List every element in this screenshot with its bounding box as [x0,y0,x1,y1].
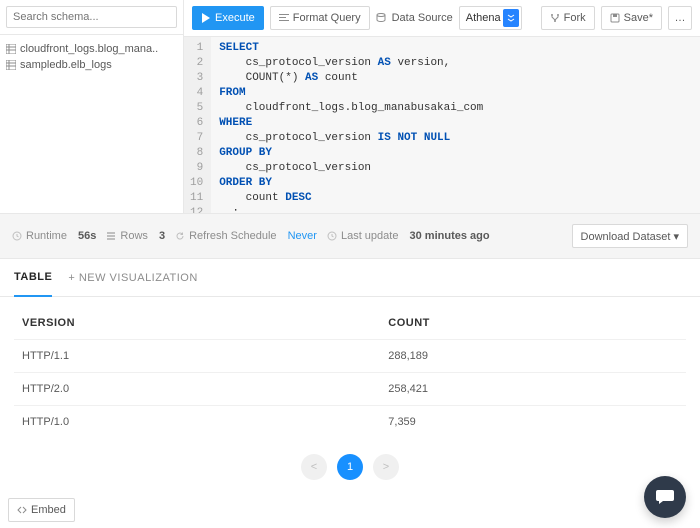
pagination: < 1 > [14,438,686,490]
refresh-status[interactable]: Refresh Schedule Never [175,230,317,242]
table-row: HTTP/1.1288,189 [14,340,686,373]
lastupdate-status: Last update 30 minutes ago [327,230,490,242]
table-row: HTTP/1.07,359 [14,406,686,439]
toolbar: Execute Format Query Data Source Athena … [184,0,700,37]
schema-table-item[interactable]: cloudfront_logs.blog_mana.. [6,41,177,57]
table-cell: 288,189 [380,340,686,373]
tab-new-visualization[interactable]: + NEW VISUALIZATION [68,259,197,297]
execute-button[interactable]: Execute [192,6,264,30]
schema-sidebar: cloudfront_logs.blog_mana.. sampledb.elb_… [0,0,184,213]
format-query-button[interactable]: Format Query [270,6,370,30]
code-icon [17,505,27,515]
runtime-status: Runtime 56s [12,230,96,242]
table-cell: HTTP/2.0 [14,373,380,406]
table-header-row: VERSIONCOUNT [14,307,686,340]
editor-code: SELECT cs_protocol_version AS version, C… [211,37,491,213]
column-header[interactable]: COUNT [380,307,686,340]
dropdown-caret-icon [503,9,519,27]
fork-label: Fork [564,12,586,24]
editor-gutter: 12345678910111213 [184,37,211,213]
table-icon [6,44,16,54]
schema-list: cloudfront_logs.blog_mana.. sampledb.elb_… [0,35,183,79]
pager-next-button[interactable]: > [373,454,399,480]
chat-widget-button[interactable] [644,476,686,518]
format-icon [279,13,289,23]
chat-icon [655,486,675,509]
column-header[interactable]: VERSION [14,307,380,340]
table-row: HTTP/2.0258,421 [14,373,686,406]
results-table: VERSIONCOUNT HTTP/1.1288,189HTTP/2.0258,… [14,307,686,438]
clock-icon [12,231,22,241]
pager-page-1-button[interactable]: 1 [337,454,363,480]
tab-table[interactable]: TABLE [14,259,52,297]
search-input[interactable] [6,6,177,28]
schema-table-label: cloudfront_logs.blog_mana.. [20,43,158,55]
embed-label: Embed [31,504,66,516]
execute-label: Execute [215,12,255,24]
pager-prev-button[interactable]: < [301,454,327,480]
datasource-select[interactable]: Athena [459,6,522,30]
save-icon [610,13,620,23]
more-icon: … [675,12,686,24]
table-icon [6,60,16,70]
table-cell: HTTP/1.0 [14,406,380,439]
database-icon [376,13,386,23]
embed-button[interactable]: Embed [8,498,75,522]
results-panel: VERSIONCOUNT HTTP/1.1288,189HTTP/2.0258,… [0,297,700,490]
save-button[interactable]: Save* [601,6,662,30]
datasource-label: Data Source [392,12,453,24]
more-button[interactable]: … [668,6,692,30]
table-cell: HTTP/1.1 [14,340,380,373]
sql-editor[interactable]: 12345678910111213 SELECT cs_protocol_ver… [184,37,700,213]
datasource-value: Athena [466,12,501,24]
table-cell: 258,421 [380,373,686,406]
result-tabs: TABLE + NEW VISUALIZATION [0,259,700,297]
clock-icon [327,231,337,241]
rows-status: Rows 3 [106,230,165,242]
format-query-label: Format Query [293,12,361,24]
save-label: Save* [624,12,653,24]
fork-button[interactable]: Fork [541,6,595,30]
download-dataset-button[interactable]: Download Dataset ▾ [572,224,688,248]
schema-table-item[interactable]: sampledb.elb_logs [6,57,177,73]
table-cell: 7,359 [380,406,686,439]
status-bar: Runtime 56s Rows 3 Refresh Schedule Neve… [0,214,700,259]
play-icon [201,13,211,23]
fork-icon [550,13,560,23]
rows-icon [106,231,116,241]
schema-table-label: sampledb.elb_logs [20,59,112,71]
refresh-icon [175,231,185,241]
